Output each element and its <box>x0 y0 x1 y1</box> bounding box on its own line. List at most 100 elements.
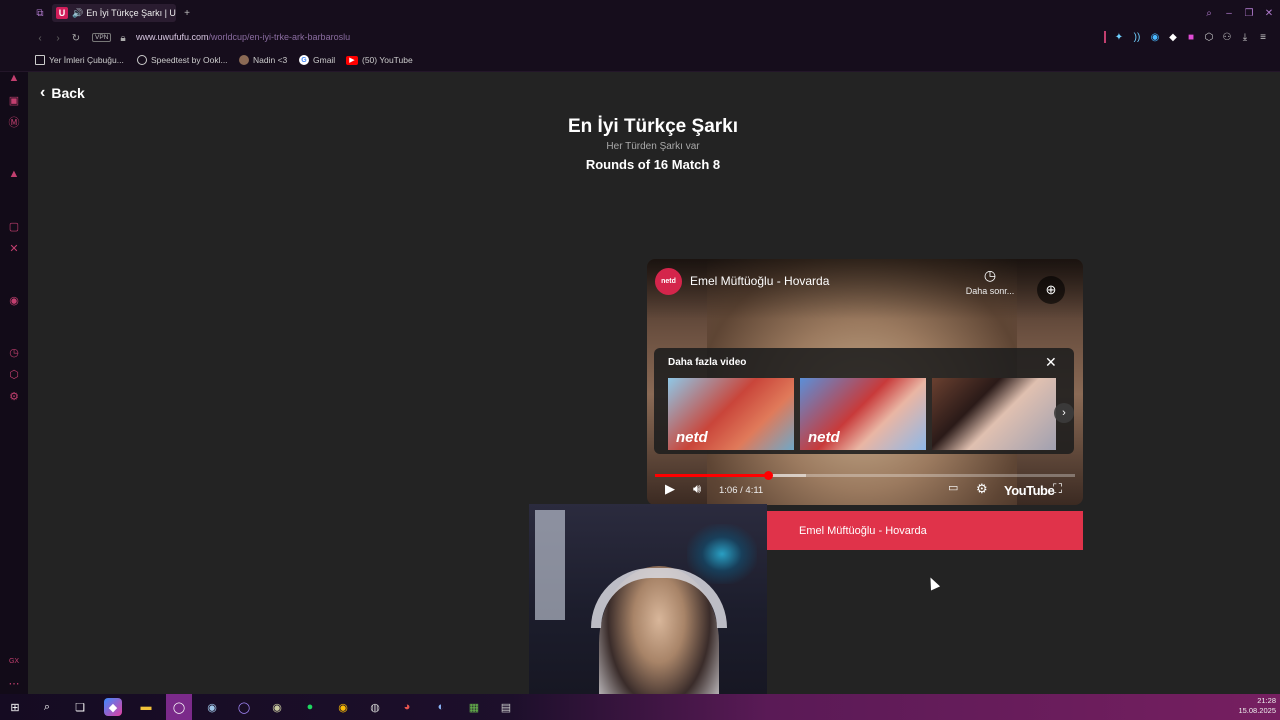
spotify-icon[interactable]: ● <box>301 698 319 716</box>
app-2-icon[interactable]: ◉ <box>268 698 286 716</box>
extensions-icon[interactable]: ⬡ <box>7 367 21 381</box>
watch-later-button[interactable]: ◷ Daha sonr... <box>957 267 1023 296</box>
bookmark-label: Nadin <3 <box>253 55 288 65</box>
windows-start-icon[interactable]: ⊞ <box>6 698 24 716</box>
close-icon[interactable]: ✕ <box>1045 354 1057 371</box>
bag-icon[interactable]: ▲ <box>7 71 21 85</box>
webcam-lights <box>687 524 757 584</box>
page-subtitle: Her Türden Şarkı var <box>606 141 700 152</box>
bookmark-label: Yer İmleri Çubuğu... <box>49 55 124 65</box>
extension-2-icon[interactable]: ■ <box>1185 31 1197 43</box>
obs-icon[interactable]: ◍ <box>366 698 384 716</box>
file-explorer-icon[interactable]: ▬ <box>137 698 155 716</box>
new-tab-icon[interactable]: + <box>180 6 194 20</box>
download-icon[interactable]: ⤓ <box>1239 31 1251 43</box>
url-field[interactable]: www.uwufufu.com/worldcup/en-iyi-trke-ark… <box>136 32 350 42</box>
more-videos-panel: Daha fazla video ✕ netd netd › <box>654 348 1074 454</box>
puzzle-icon[interactable]: ⬡ <box>1203 31 1215 43</box>
speaker-icon[interactable]: 🔊 <box>72 8 83 19</box>
steam-icon[interactable]: ◉ <box>203 698 221 716</box>
time-display: 1:06 / 4:11 <box>719 485 764 496</box>
minecraft-icon[interactable]: ▦ <box>465 698 483 716</box>
lock-icon[interactable]: 🔒︎ <box>117 31 129 45</box>
bookmark-folder[interactable]: Yer İmleri Çubuğu... <box>35 55 124 65</box>
opera-gx-taskbar-icon[interactable]: ◯ <box>166 694 192 720</box>
forward-nav-icon[interactable]: › <box>51 31 65 45</box>
search-tabs-icon[interactable]: ⌕ <box>1202 6 1216 20</box>
bookmark-nadin[interactable]: Nadin <3 <box>239 55 287 65</box>
twitch-icon[interactable]: ▢ <box>7 219 21 233</box>
page-title: En İyi Türkçe Şarkı <box>567 116 739 137</box>
zoom-icon[interactable]: ⊕ <box>1037 276 1065 304</box>
more-videos-heading: Daha fazla video <box>668 357 747 368</box>
subtitles-icon[interactable]: ▭ <box>948 481 958 494</box>
bookmark-label: Gmail <box>313 55 336 65</box>
bookmark-speedtest[interactable]: Speedtest by Ookl... <box>137 55 228 65</box>
tab-bar: ⧉ U 🔊 En İyi Türkçe Şarkı | U + ⌕ – ❐ ✕ <box>0 0 1280 26</box>
gear-icon[interactable]: ⚙ <box>976 481 988 497</box>
webcam-window <box>535 510 565 620</box>
task-view-icon[interactable]: ❏ <box>71 698 89 716</box>
app-3-icon[interactable]: ◕ <box>398 698 416 716</box>
play-icon[interactable]: ▶ <box>665 481 675 497</box>
video-thumbnail[interactable]: netd <box>668 378 794 450</box>
youtube-icon: ▶ <box>346 55 358 65</box>
bookmark-youtube[interactable]: ▶ (50) YouTube <box>346 55 413 65</box>
profile-icon[interactable]: ⚇ <box>1221 31 1233 43</box>
cast-icon[interactable]: )) <box>1131 31 1143 43</box>
extension-icon[interactable]: ◆ <box>1167 31 1179 43</box>
clock-time: 21:28 <box>1257 696 1276 705</box>
gx-icon[interactable]: GX <box>7 654 21 668</box>
translate-icon[interactable]: ✦ <box>1113 31 1125 43</box>
speedtest-icon <box>137 55 147 65</box>
choice-button[interactable]: Emel Müftüoğlu - Hovarda <box>767 511 1083 550</box>
youtube-logo[interactable]: YouTube <box>1004 483 1055 498</box>
app-4-icon[interactable]: ▤ <box>497 698 515 716</box>
app-icon[interactable]: ◯ <box>235 698 253 716</box>
google-icon: G <box>299 55 309 65</box>
photo-icon[interactable]: ▣ <box>7 93 21 107</box>
search-icon[interactable]: ⌕ <box>38 698 56 716</box>
browser-sidebar: ◯ ◌ ▲ ▣ Ⓜ ▲ ▢ ✕ ◉ ◷ ⬡ ⚙ GX ⋯ <box>0 0 28 694</box>
chrome-icon[interactable]: ◉ <box>334 698 352 716</box>
fullscreen-icon[interactable]: ⛶ <box>1053 481 1062 497</box>
discord-icon[interactable]: ◐ <box>432 698 450 716</box>
clock-date: 15.08.2025 <box>1238 706 1276 715</box>
watch-later-label: Daha sonr... <box>965 286 1015 296</box>
video-thumbnail[interactable]: netd <box>800 378 926 450</box>
video-title[interactable]: Emel Müftüoğlu - Hovarda <box>690 274 829 288</box>
menu-icon[interactable]: ≡ <box>1257 31 1269 43</box>
mail-icon[interactable]: Ⓜ <box>7 115 21 129</box>
tab-active[interactable]: U 🔊 En İyi Türkçe Şarkı | U <box>52 4 176 22</box>
youtube-player[interactable]: netd Emel Müftüoğlu - Hovarda ◷ Daha son… <box>647 259 1083 505</box>
history-icon[interactable]: ◷ <box>7 345 21 359</box>
reload-icon[interactable]: ↻ <box>69 31 83 45</box>
vpn-badge[interactable]: VPN <box>92 33 112 42</box>
restore-icon[interactable]: ❐ <box>1242 6 1256 20</box>
player-icon[interactable]: ◉ <box>7 293 21 307</box>
url-host: www.uwufufu.com <box>136 32 209 42</box>
volume-icon[interactable]: 🔊︎ <box>693 481 701 497</box>
arc-icon[interactable]: ▲ <box>7 167 21 181</box>
channel-avatar[interactable]: netd <box>655 268 682 295</box>
progress-bar[interactable] <box>655 471 1075 480</box>
chevron-right-icon[interactable]: › <box>1054 403 1074 423</box>
folder-icon <box>35 55 45 65</box>
copilot-icon[interactable]: ◆ <box>104 698 122 716</box>
back-nav-icon[interactable]: ‹ <box>33 31 47 45</box>
tab-menu-icon[interactable]: ⧉ <box>33 6 47 20</box>
settings-icon[interactable]: ⚙ <box>7 389 21 403</box>
bookmark-gmail[interactable]: G Gmail <box>299 55 335 65</box>
more-icon[interactable]: ⋯ <box>7 676 21 690</box>
minimize-icon[interactable]: – <box>1222 6 1236 20</box>
close-window-icon[interactable]: ✕ <box>1262 6 1276 20</box>
x-icon[interactable]: ✕ <box>7 241 21 255</box>
video-thumbnail[interactable] <box>932 378 1056 450</box>
system-clock[interactable]: 21:28 15.08.2025 <box>1232 696 1276 716</box>
vpn-ext-icon[interactable]: ◉ <box>1149 31 1161 43</box>
back-button[interactable]: ‹ Back <box>40 84 85 102</box>
uwufufu-favicon-icon: U <box>56 7 68 19</box>
bookmark-label: (50) YouTube <box>362 55 413 65</box>
bookmark-label: Speedtest by Ookl... <box>151 55 228 65</box>
thumbnail-logo: netd <box>676 429 708 446</box>
